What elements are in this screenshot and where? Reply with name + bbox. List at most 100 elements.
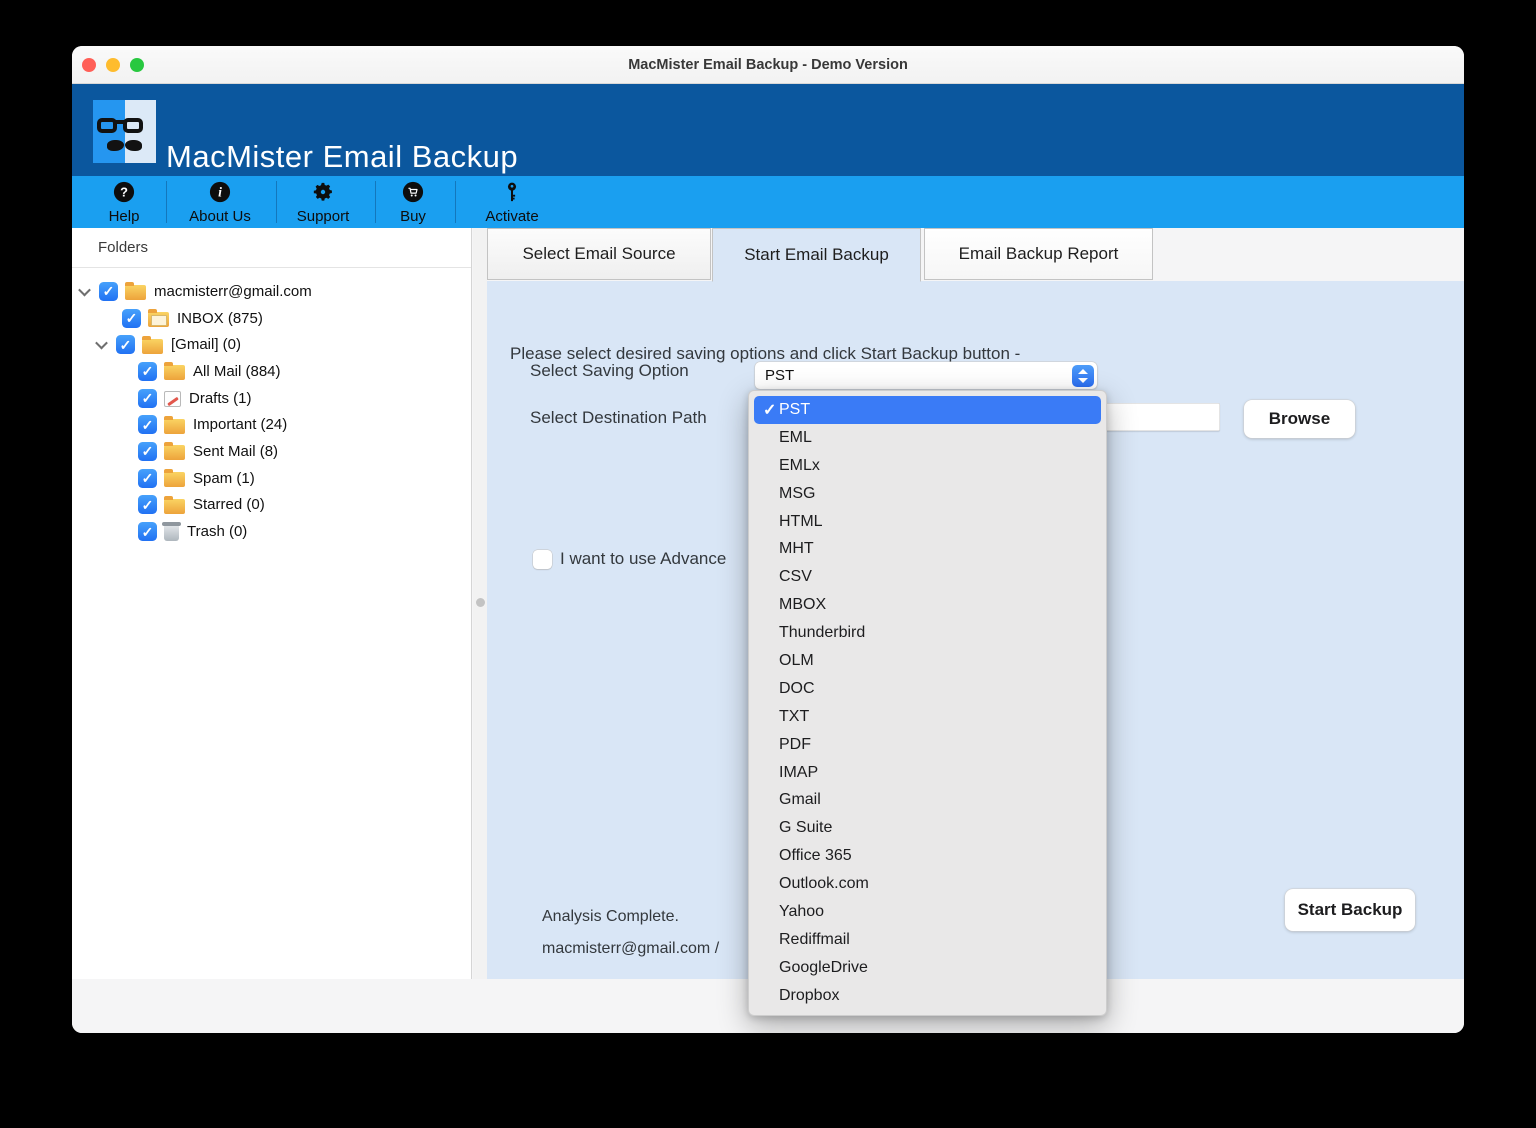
folder-tree-row[interactable]: ✓ Starred (0) bbox=[72, 492, 471, 519]
folder-tree-row[interactable]: ✓ INBOX (875) bbox=[72, 305, 471, 332]
toolbar-button-about-us[interactable]: i About Us bbox=[165, 179, 275, 225]
menu-option-csv[interactable]: CSV bbox=[749, 563, 1106, 591]
saving-option-select[interactable]: PST bbox=[755, 362, 1097, 389]
app-window: MacMister Email Backup - Demo Version Ma… bbox=[72, 46, 1464, 1033]
menu-option-txt[interactable]: TXT bbox=[749, 703, 1106, 731]
toolbar-separator bbox=[375, 181, 376, 223]
gear-icon bbox=[312, 181, 334, 208]
menu-option-gmail[interactable]: Gmail bbox=[749, 786, 1106, 814]
menu-option-imap[interactable]: IMAP bbox=[749, 759, 1106, 787]
menu-option-label: MBOX bbox=[779, 596, 827, 614]
menu-option-office-365[interactable]: Office 365 bbox=[749, 842, 1106, 870]
folder-tree-row[interactable]: ✓ Trash (0) bbox=[72, 518, 471, 545]
folder-icon bbox=[142, 335, 163, 354]
checkmark-icon: ✓ bbox=[763, 401, 777, 419]
folder-checkbox[interactable]: ✓ bbox=[116, 335, 135, 355]
menu-option-yahoo[interactable]: Yahoo bbox=[749, 898, 1106, 926]
titlebar: MacMister Email Backup - Demo Version bbox=[72, 46, 1464, 84]
menu-option-rediffmail[interactable]: Rediffmail bbox=[749, 926, 1106, 954]
toolbar-button-label: Buy bbox=[400, 208, 426, 225]
saving-option-value: PST bbox=[765, 367, 795, 384]
folder-tree-row[interactable]: ✓ Sent Mail (8) bbox=[72, 438, 471, 465]
menu-option-eml[interactable]: EML bbox=[749, 424, 1106, 452]
menu-option-mht[interactable]: MHT bbox=[749, 535, 1106, 563]
folder-tree-row[interactable]: ✓ [Gmail] (0) bbox=[72, 331, 471, 358]
folder-tree-row[interactable]: ✓ Drafts (1) bbox=[72, 385, 471, 412]
toolbar-separator bbox=[455, 181, 456, 223]
menu-option-outlook-com[interactable]: Outlook.com bbox=[749, 870, 1106, 898]
brand-title: MacMister Email Backup bbox=[166, 139, 519, 174]
folder-label: All Mail (884) bbox=[193, 362, 281, 380]
analysis-status-text: Analysis Complete. bbox=[542, 908, 679, 925]
menu-option-label: TXT bbox=[779, 707, 810, 725]
folder-tree-row[interactable]: ✓ All Mail (884) bbox=[72, 358, 471, 385]
svg-text:?: ? bbox=[120, 185, 128, 200]
folder-tree-row[interactable]: ✓ Spam (1) bbox=[72, 465, 471, 492]
tab-start-email-backup[interactable]: Start Email Backup bbox=[712, 228, 921, 282]
tab-select-email-source[interactable]: Select Email Source bbox=[487, 228, 711, 280]
tab-email-backup-report[interactable]: Email Backup Report bbox=[924, 228, 1153, 280]
folder-checkbox[interactable]: ✓ bbox=[99, 281, 118, 301]
info-icon: i bbox=[209, 181, 231, 208]
menu-option-g-suite[interactable]: G Suite bbox=[749, 814, 1106, 842]
folder-icon bbox=[164, 415, 185, 434]
folder-icon bbox=[164, 362, 185, 381]
menu-option-html[interactable]: HTML bbox=[749, 508, 1106, 536]
chevron-down-icon[interactable] bbox=[95, 336, 108, 350]
folder-checkbox[interactable]: ✓ bbox=[138, 415, 157, 435]
saving-option-label: Select Saving Option bbox=[530, 361, 689, 380]
menu-option-emlx[interactable]: EMLx bbox=[749, 452, 1106, 480]
account-status-text: macmisterr@gmail.com / bbox=[542, 940, 720, 957]
menu-option-label: GoogleDrive bbox=[779, 958, 868, 976]
tab-bar: Select Email Source Start Email Backup Ema… bbox=[487, 228, 1464, 282]
menu-option-label: HTML bbox=[779, 512, 823, 530]
browse-button[interactable]: Browse bbox=[1244, 400, 1355, 438]
menu-option-label: DOC bbox=[779, 679, 815, 697]
toolbar-button-label: About Us bbox=[189, 208, 251, 225]
folder-checkbox[interactable]: ✓ bbox=[138, 441, 157, 461]
folder-icon bbox=[125, 282, 146, 301]
folder-checkbox[interactable]: ✓ bbox=[122, 308, 141, 328]
svg-text:i: i bbox=[218, 185, 222, 200]
folders-title: Folders bbox=[98, 239, 149, 256]
help-icon: ? bbox=[113, 181, 135, 208]
menu-option-label: MSG bbox=[779, 484, 816, 502]
menu-option-msg[interactable]: MSG bbox=[749, 480, 1106, 508]
folder-label: Important (24) bbox=[193, 416, 288, 434]
menu-option-pst[interactable]: ✓ PST bbox=[754, 396, 1101, 424]
folder-icon bbox=[164, 495, 185, 514]
folder-checkbox[interactable]: ✓ bbox=[138, 361, 157, 381]
splitter-handle-icon[interactable] bbox=[476, 598, 485, 607]
folder-label: Sent Mail (8) bbox=[193, 442, 279, 460]
menu-option-mbox[interactable]: MBOX bbox=[749, 591, 1106, 619]
advance-settings-label: I want to use Advance bbox=[560, 549, 727, 568]
menu-option-dropbox[interactable]: Dropbox bbox=[749, 982, 1106, 1010]
toolbar-separator bbox=[276, 181, 277, 223]
folder-tree-row[interactable]: ✓ macmisterr@gmail.com bbox=[72, 278, 471, 305]
advance-settings-checkbox[interactable] bbox=[533, 549, 552, 569]
toolbar-separator bbox=[166, 181, 167, 223]
folder-checkbox[interactable]: ✓ bbox=[138, 522, 157, 542]
menu-option-label: PDF bbox=[779, 735, 811, 753]
folder-tree: ✓ macmisterr@gmail.com ✓ INBOX (875) ✓ [Gmail… bbox=[72, 278, 471, 545]
menu-option-thunderbird[interactable]: Thunderbird bbox=[749, 619, 1106, 647]
folder-tree-row[interactable]: ✓ Important (24) bbox=[72, 411, 471, 438]
menu-option-doc[interactable]: DOC bbox=[749, 675, 1106, 703]
menu-option-pdf[interactable]: PDF bbox=[749, 731, 1106, 759]
menu-option-olm[interactable]: OLM bbox=[749, 647, 1106, 675]
menu-option-label: Yahoo bbox=[779, 902, 825, 920]
chevron-down-icon[interactable] bbox=[78, 283, 91, 297]
toolbar-button-help[interactable]: ? Help bbox=[72, 179, 179, 225]
select-stepper-icon bbox=[1072, 364, 1094, 387]
folder-checkbox[interactable]: ✓ bbox=[138, 495, 157, 515]
menu-option-label: Rediffmail bbox=[779, 930, 850, 948]
folder-checkbox[interactable]: ✓ bbox=[138, 388, 157, 408]
folder-checkbox[interactable]: ✓ bbox=[138, 468, 157, 488]
start-backup-button[interactable]: Start Backup bbox=[1285, 889, 1415, 931]
folder-label: Spam (1) bbox=[193, 469, 255, 487]
toolbar-button-label: Support bbox=[296, 208, 350, 225]
inbox-icon bbox=[148, 309, 169, 328]
toolbar-button-activate[interactable]: Activate bbox=[457, 179, 567, 225]
menu-option-googledrive[interactable]: GoogleDrive bbox=[749, 954, 1106, 982]
toolbar: ? Help i About Us Support Buy Activate bbox=[72, 176, 1464, 228]
